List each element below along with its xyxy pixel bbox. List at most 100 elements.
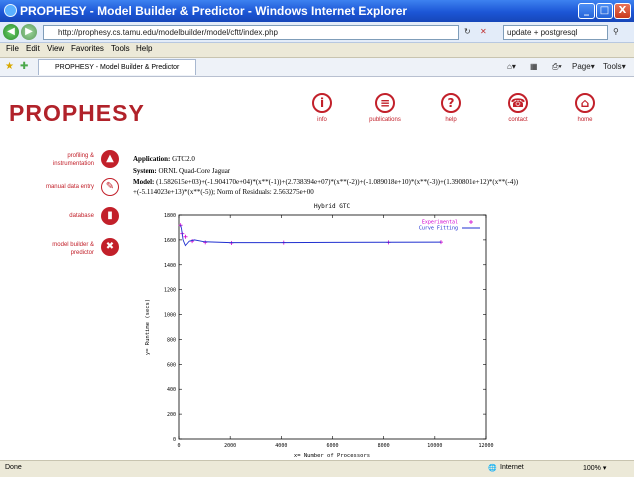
close-button[interactable]: X xyxy=(614,3,631,19)
menu-help[interactable]: Help xyxy=(136,44,152,53)
print-icon[interactable]: ⎙▾ xyxy=(552,62,562,72)
nav-help[interactable]: ? help xyxy=(427,93,475,123)
menu-file[interactable]: File xyxy=(6,44,19,53)
runtime-chart: Hybrid GTC x= Number of Processors y= Ru… xyxy=(145,203,494,459)
x-tick-label: 6000 xyxy=(326,443,338,449)
menu-edit[interactable]: Edit xyxy=(26,44,40,53)
prophesy-logo: PROPHESY xyxy=(9,100,145,126)
maximize-button[interactable]: □ xyxy=(596,3,613,19)
zoom-level[interactable]: 100% ▾ xyxy=(583,464,606,472)
page-menu[interactable]: Page▾ xyxy=(572,62,595,71)
window-title: PROPHESY - Model Builder & Predictor - W… xyxy=(20,4,408,18)
menu-favorites[interactable]: Favorites xyxy=(71,44,104,53)
search-icon[interactable]: ⚲ xyxy=(613,27,619,36)
system-line: System: ORNL Quad-Core Jaguar xyxy=(133,167,230,175)
nav-publications-label: publications xyxy=(369,117,401,123)
back-arrow-icon[interactable]: ◀ xyxy=(3,24,19,40)
model-line: Model: (1.582615e+03)+(-1.904170e+04)*(x… xyxy=(133,178,518,186)
x-tick-label: 8000 xyxy=(378,443,390,449)
search-input[interactable]: update + postgresql xyxy=(503,25,608,40)
application-value: GTC2.0 xyxy=(172,155,195,163)
application-line: Application: GTC2.0 xyxy=(133,155,195,163)
sidebar-item-label: model builder & xyxy=(52,242,94,248)
menu-bar: File Edit View Favorites Tools Help xyxy=(0,43,634,58)
globe-icon: 🌐 xyxy=(488,465,497,472)
tab-prophesy[interactable]: PROPHESY - Model Builder & Predictor xyxy=(38,59,196,75)
system-value: ORNL Quad-Core Jaguar xyxy=(158,167,231,175)
legend-label: Curve Fitting xyxy=(419,226,458,232)
y-tick-label: 1000 xyxy=(164,313,176,319)
forward-arrow-icon[interactable]: ▶ xyxy=(21,24,37,40)
home-toolbar-icon[interactable]: ⌂▾ xyxy=(507,62,516,71)
menu-view[interactable]: View xyxy=(47,44,64,53)
refresh-icon[interactable]: ↻ xyxy=(464,27,471,36)
status-text: Done xyxy=(5,464,22,471)
plot-frame xyxy=(178,214,487,440)
minimize-button[interactable]: _ xyxy=(578,3,595,19)
y-tick-label: 400 xyxy=(167,387,176,393)
document-icon: ≡ xyxy=(375,93,395,113)
sidebar-item-label: manual data entry xyxy=(45,184,94,190)
sidebar-item-manual-entry[interactable]: manual data entry xyxy=(20,183,94,191)
y-tick-label: 1400 xyxy=(164,263,176,269)
help-icon: ? xyxy=(441,93,461,113)
tools-menu-label: Tools xyxy=(603,62,622,71)
sidebar-item-label: profiling & xyxy=(67,153,94,159)
url-input[interactable]: http://prophesy.cs.tamu.edu/modelbuilder… xyxy=(43,25,459,40)
add-favorite-icon[interactable]: ✚ xyxy=(20,61,28,72)
tools-icon[interactable]: ✖ xyxy=(101,238,119,256)
nav-help-label: help xyxy=(445,117,457,123)
feeds-icon[interactable]: ▦ xyxy=(530,62,538,71)
zoom-label: 100% xyxy=(583,465,601,472)
x-axis-label: x= Number of Processors xyxy=(294,453,370,459)
x-tick-label: 0 xyxy=(177,443,180,449)
nav-publications[interactable]: ≡ publications xyxy=(361,93,409,123)
sidebar-item-database[interactable]: database xyxy=(40,212,94,220)
nav-home-label: home xyxy=(577,117,593,123)
pencil-icon[interactable]: ✎ xyxy=(101,178,119,196)
y-tick-label: 800 xyxy=(167,337,176,343)
nav-contact[interactable]: ☎ contact xyxy=(494,93,542,123)
sidebar-item-profiling[interactable]: profiling & instrumentation xyxy=(30,152,94,168)
window-titlebar[interactable]: PROPHESY - Model Builder & Predictor - W… xyxy=(0,0,634,22)
database-icon[interactable]: ▮ xyxy=(101,207,119,225)
x-tick-label: 10000 xyxy=(427,443,442,449)
car-icon: ⌂ xyxy=(575,93,595,113)
y-tick-label: 1800 xyxy=(164,213,176,219)
model-label: Model: xyxy=(133,178,155,186)
application-label: Application: xyxy=(133,155,171,163)
y-tick-label: 1600 xyxy=(164,238,176,244)
y-axis-label: y= Runtime (secs) xyxy=(145,299,151,355)
tab-bar: ★ ✚ PROPHESY - Model Builder & Predictor… xyxy=(0,58,634,77)
model-formula-line1: (1.582615e+03)+(-1.904170e+04)*(x**(-1))… xyxy=(156,178,519,186)
ie-app-icon xyxy=(4,4,17,17)
tools-menu[interactable]: Tools▾ xyxy=(603,62,626,71)
zone-label: Internet xyxy=(500,464,524,471)
x-tick-label: 4000 xyxy=(275,443,287,449)
sidebar-item-model-builder[interactable]: model builder & predictor xyxy=(26,241,94,257)
sidebar-item-label: predictor xyxy=(70,250,94,256)
series-point-experimental xyxy=(203,240,208,245)
y-tick-label: 1200 xyxy=(164,288,176,294)
y-tick-label: 200 xyxy=(167,412,176,418)
menu-tools[interactable]: Tools xyxy=(111,44,130,53)
page-menu-label: Page xyxy=(572,62,591,71)
x-tick-label: 12000 xyxy=(478,443,493,449)
nav-home[interactable]: ⌂ home xyxy=(561,93,609,123)
stop-icon[interactable]: ✕ xyxy=(480,27,487,36)
series-point-experimental xyxy=(183,234,188,239)
info-icon: i xyxy=(312,93,332,113)
sidebar-item-label: instrumentation xyxy=(52,161,94,167)
y-tick-label: 600 xyxy=(167,362,176,368)
nav-info-label: info xyxy=(317,117,327,123)
model-formula-line2: +(-5.114023e+13)*(x**(-5)); Norm of Resi… xyxy=(133,188,314,196)
system-label: System: xyxy=(133,167,157,175)
y-tick-label: 0 xyxy=(173,437,176,443)
profiling-icon[interactable]: ▲ xyxy=(101,150,119,168)
favorites-star-icon[interactable]: ★ xyxy=(5,61,14,72)
x-tick-label: 2000 xyxy=(224,443,236,449)
nav-info[interactable]: i info xyxy=(298,93,346,123)
model-line-2: +(-5.114023e+13)*(x**(-5)); Norm of Resi… xyxy=(133,188,314,196)
address-bar: ◀ ▶ http://prophesy.cs.tamu.edu/modelbui… xyxy=(0,22,634,43)
chart-title: Hybrid GTC xyxy=(314,203,351,210)
